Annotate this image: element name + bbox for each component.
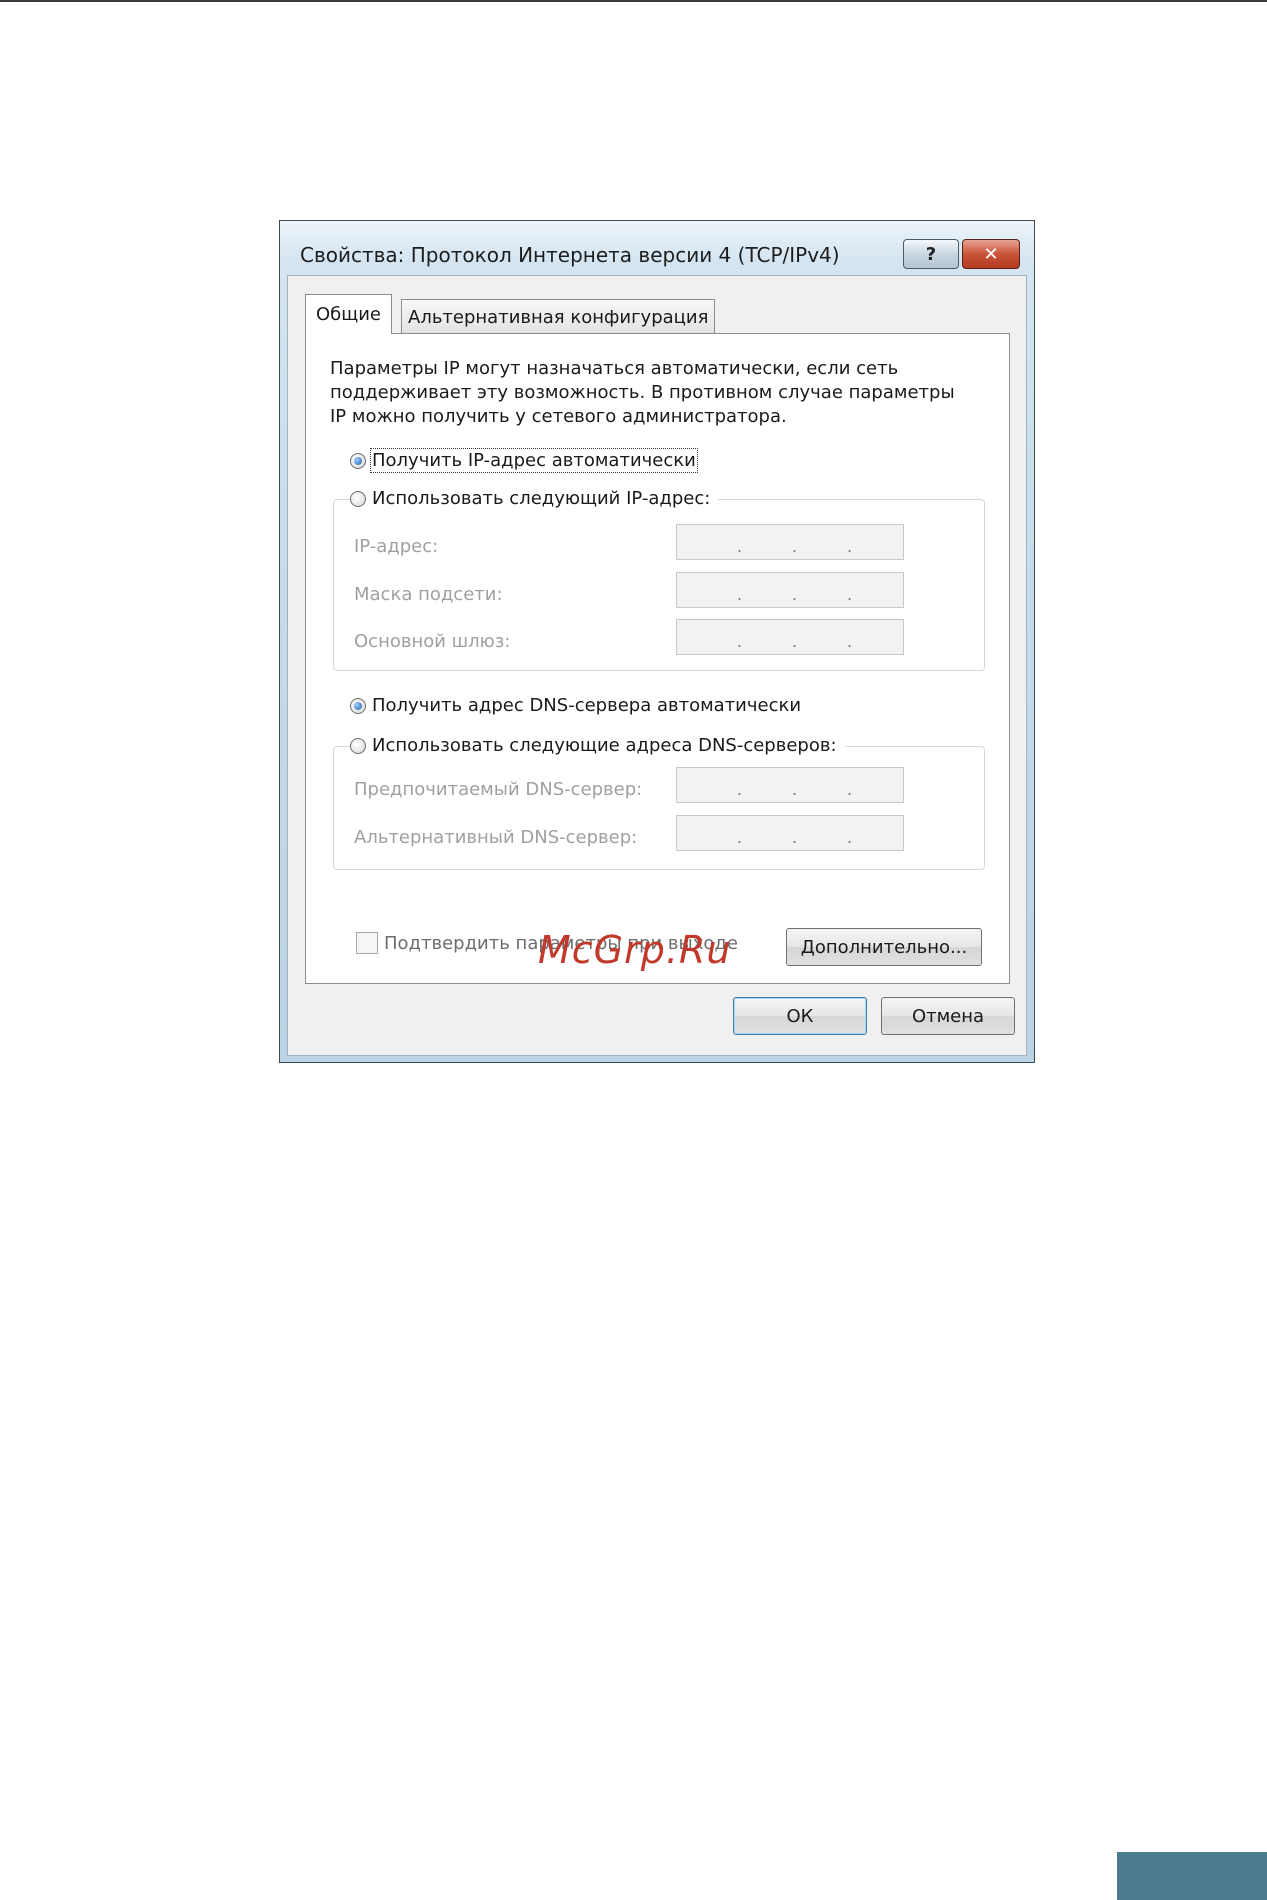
radio-use-following-ip[interactable]: Использовать следующий IP-адрес: xyxy=(350,488,719,509)
preferred-dns-label: Предпочитаемый DNS-сервер: xyxy=(354,779,643,800)
ip-address-label: IP-адрес: xyxy=(354,536,439,557)
radio-label: Использовать следующий IP-адрес: xyxy=(372,488,711,509)
description-line: Параметры IP могут назначаться автоматич… xyxy=(330,358,899,379)
ip-address-input[interactable]: . . . xyxy=(676,524,904,560)
cancel-button[interactable]: Отмена xyxy=(881,997,1015,1035)
checkbox[interactable] xyxy=(356,932,378,954)
radio-use-following-dns[interactable]: Использовать следующие адреса DNS-сервер… xyxy=(350,735,845,756)
close-button[interactable]: ✕ xyxy=(962,239,1020,269)
description-line: IP можно получить у сетевого администрат… xyxy=(330,406,787,427)
default-gateway-input[interactable]: . . . xyxy=(676,619,904,655)
tab-general[interactable]: Общие xyxy=(305,294,392,334)
subnet-mask-input[interactable]: . . . xyxy=(676,572,904,608)
radio-button[interactable] xyxy=(350,737,366,754)
page-top-rule xyxy=(0,0,1267,2)
preferred-dns-input[interactable]: . . . xyxy=(676,767,904,803)
help-icon: ? xyxy=(925,243,937,265)
ip-settings-group: IP-адрес: . . . Маска подсети: . . . Осн… xyxy=(333,499,985,671)
alternate-dns-label: Альтернативный DNS-сервер: xyxy=(354,827,638,848)
radio-obtain-dns-auto[interactable]: Получить адрес DNS-сервера автоматически xyxy=(350,695,810,716)
radio-button-checked[interactable] xyxy=(350,697,366,714)
radio-label: Использовать следующие адреса DNS-сервер… xyxy=(372,735,837,756)
dns-settings-group: Предпочитаемый DNS-сервер: . . . Альтерн… xyxy=(333,746,985,870)
default-gateway-label: Основной шлюз: xyxy=(354,631,511,652)
tab-alternate-configuration[interactable]: Альтернативная конфигурация xyxy=(401,299,716,334)
radio-button-checked[interactable] xyxy=(350,452,366,469)
close-icon: ✕ xyxy=(983,243,999,265)
watermark: McGrp.Ru xyxy=(538,928,732,972)
description-line: поддерживает эту возможность. В противно… xyxy=(330,382,955,403)
radio-label: Получить IP-адрес автоматически xyxy=(370,448,698,473)
advanced-button[interactable]: Дополнительно... xyxy=(786,928,982,966)
alternate-dns-input[interactable]: . . . xyxy=(676,815,904,851)
tab-panel-general: Параметры IP могут назначаться автоматич… xyxy=(305,333,1010,984)
page-corner-tab xyxy=(1117,1852,1267,1900)
radio-obtain-ip-auto[interactable]: Получить IP-адрес автоматически xyxy=(350,448,704,473)
subnet-mask-label: Маска подсети: xyxy=(354,584,503,605)
dialog-title: Свойства: Протокол Интернета версии 4 (T… xyxy=(300,243,840,267)
radio-button[interactable] xyxy=(350,490,366,507)
ok-button[interactable]: ОК xyxy=(733,997,867,1035)
help-button[interactable]: ? xyxy=(903,239,959,269)
description-text: Параметры IP могут назначаться автоматич… xyxy=(330,357,980,429)
radio-label: Получить адрес DNS-сервера автоматически xyxy=(372,695,802,716)
